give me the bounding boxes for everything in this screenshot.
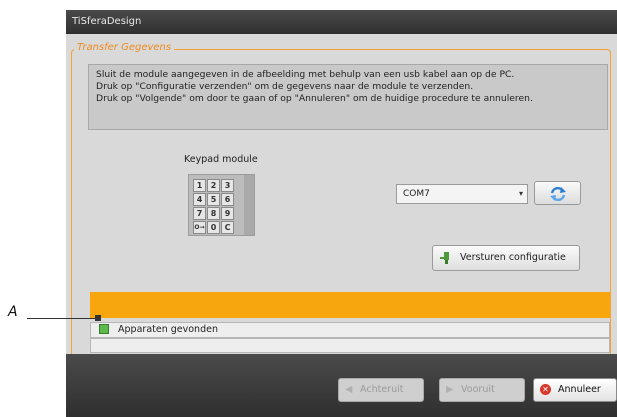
cancel-label: Annuleer xyxy=(558,384,601,395)
instructions-box: Sluit de module aangegeven in de afbeeld… xyxy=(88,64,608,130)
port-select-value: COM7 xyxy=(403,189,430,199)
keypad-key: O→ xyxy=(193,221,206,234)
dialog-content: Transfer Gegevens Sluit de module aangeg… xyxy=(66,34,617,376)
keypad-key: 7 xyxy=(193,207,206,220)
app-window: TiSferaDesign Transfer Gegevens Sluit de… xyxy=(66,10,617,417)
arrow-left-icon: ◀ xyxy=(345,384,353,395)
keypad-key: 0 xyxy=(207,221,220,234)
cancel-icon: ✕ xyxy=(540,384,551,395)
progress-fill xyxy=(90,292,610,318)
back-label: Achteruit xyxy=(360,384,404,395)
status-row: Apparaten gevonden xyxy=(90,322,610,338)
instruction-line: Druk op "Volgende" om door te gaan of op… xyxy=(96,93,533,104)
window-title: TiSferaDesign xyxy=(66,10,617,34)
next-button[interactable]: ▶ Vooruit xyxy=(439,378,525,402)
send-configuration-label: Versturen configuratie xyxy=(460,252,566,263)
refresh-button[interactable] xyxy=(534,181,581,205)
keypad-key: C xyxy=(221,221,234,234)
next-label: Vooruit xyxy=(461,384,495,395)
cancel-button[interactable]: ✕ Annuleer xyxy=(533,378,617,402)
callout-label: A xyxy=(8,304,18,320)
status-label: Apparaten gevonden xyxy=(118,324,218,335)
send-configuration-button[interactable]: Versturen configuratie xyxy=(432,245,580,271)
usb-plug-icon xyxy=(440,251,449,264)
keypad-side-strip xyxy=(244,175,254,235)
instruction-line: Druk op "Configuratie verzenden" om de g… xyxy=(96,81,474,92)
keypad-title: Keypad module xyxy=(184,154,258,165)
callout-marker xyxy=(95,315,101,321)
keypad-module-image: 1 2 3 4 5 6 7 8 9 O→ 0 C xyxy=(188,174,255,236)
status-row-empty xyxy=(90,338,610,353)
keypad-key: 8 xyxy=(207,207,220,220)
keypad-key: 5 xyxy=(207,193,220,206)
keypad-key: 1 xyxy=(193,179,206,192)
back-button[interactable]: ◀ Achteruit xyxy=(338,378,424,402)
instruction-line: Sluit de module aangegeven in de afbeeld… xyxy=(96,69,515,80)
transfer-progress-bar xyxy=(90,292,610,318)
keypad-key: 3 xyxy=(221,179,234,192)
port-select[interactable]: COM7 ▾ xyxy=(396,184,528,204)
keypad-key: 2 xyxy=(207,179,220,192)
refresh-icon xyxy=(549,186,566,201)
callout-line xyxy=(27,318,97,319)
keypad-key: 6 xyxy=(221,193,234,206)
arrow-right-icon: ▶ xyxy=(446,384,454,395)
status-led-icon xyxy=(99,323,109,334)
keypad-key: 4 xyxy=(193,193,206,206)
group-legend: Transfer Gegevens xyxy=(74,42,175,53)
dialog-footer: ◀ Achteruit ▶ Vooruit ✕ Annuleer xyxy=(66,354,617,417)
chevron-down-icon: ▾ xyxy=(518,189,523,198)
keypad-key: 9 xyxy=(221,207,234,220)
